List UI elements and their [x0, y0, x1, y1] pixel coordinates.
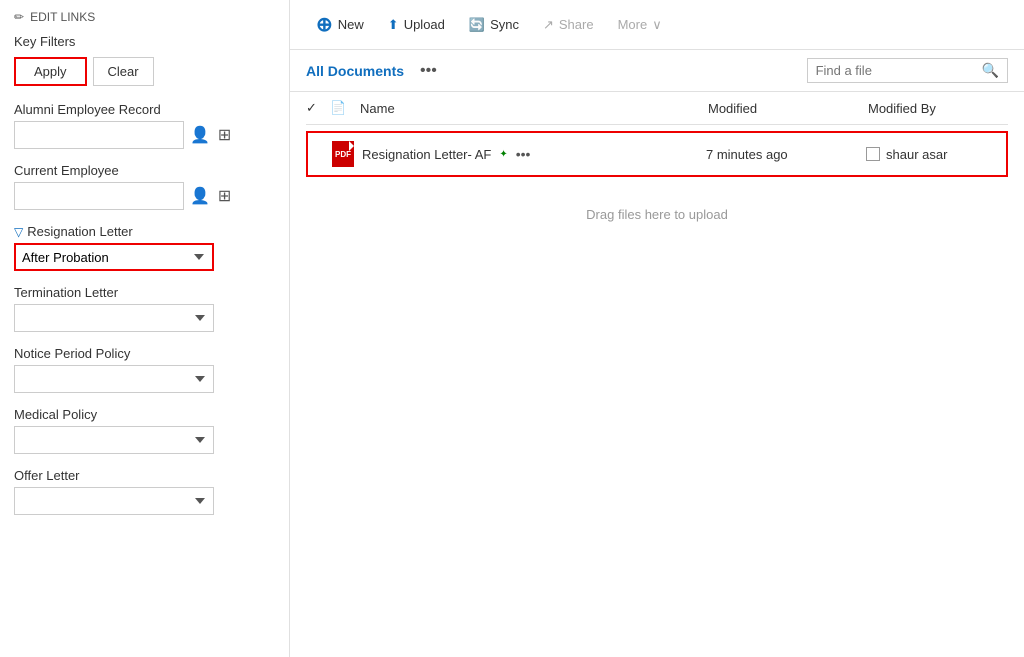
- pdf-text: PDF: [335, 150, 351, 159]
- filter-alumni-input-row: 👤 ⊞: [14, 121, 275, 149]
- new-button[interactable]: ⊕ New: [306, 8, 374, 41]
- modified-by-checkbox[interactable]: [866, 147, 880, 161]
- file-name[interactable]: Resignation Letter- AF: [362, 147, 491, 162]
- search-icon: 🔍: [982, 62, 999, 79]
- drag-hint: Drag files here to upload: [306, 207, 1008, 222]
- filter-current: Current Employee 👤 ⊞: [14, 163, 275, 210]
- termination-select[interactable]: [14, 304, 214, 332]
- filter-medical-label: Medical Policy: [14, 407, 275, 422]
- row-name-cell: Resignation Letter- AF ✦ •••: [362, 146, 706, 162]
- filter-termination: Termination Letter: [14, 285, 275, 332]
- alumni-grid-icon[interactable]: ⊞: [216, 123, 233, 147]
- upload-label: Upload: [404, 17, 445, 32]
- header-modified-by: Modified By: [868, 101, 1008, 116]
- filter-resignation-label: ▽ Resignation Letter: [14, 224, 275, 239]
- edit-links-row: ✏ EDIT LINKS: [14, 10, 275, 24]
- upload-icon: ⬆: [388, 17, 399, 33]
- more-chevron-icon: ∨: [652, 17, 662, 33]
- table-header: ✓ 📄 Name Modified Modified By: [306, 92, 1008, 125]
- filter-funnel-icon: ▽: [14, 225, 23, 239]
- upload-button[interactable]: ⬆ Upload: [378, 13, 455, 37]
- share-label: Share: [559, 17, 594, 32]
- resignation-select[interactable]: After Probation Before Probation: [14, 243, 214, 271]
- header-checkmark-icon: ✓: [306, 100, 317, 115]
- search-box: 🔍: [807, 58, 1008, 83]
- toolbar: ⊕ New ⬆ Upload 🔄 Sync ↗ Share More ∨: [290, 0, 1024, 50]
- row-ellipsis-button[interactable]: •••: [516, 146, 531, 162]
- header-check-col: ✓: [306, 100, 330, 116]
- main-content: ⊕ New ⬆ Upload 🔄 Sync ↗ Share More ∨ All…: [290, 0, 1024, 657]
- header-modified: Modified: [708, 101, 868, 116]
- row-modified-by: shaur asar: [866, 147, 1006, 162]
- all-documents-link[interactable]: All Documents: [306, 63, 404, 79]
- row-file-icon: PDF: [332, 141, 362, 167]
- document-table: ✓ 📄 Name Modified Modified By PDF Resign…: [290, 92, 1024, 657]
- row-modified: 7 minutes ago: [706, 147, 866, 162]
- table-row[interactable]: PDF Resignation Letter- AF ✦ ••• 7 minut…: [306, 131, 1008, 177]
- search-input[interactable]: [816, 63, 976, 78]
- modified-by-name: shaur asar: [886, 147, 947, 162]
- filter-alumni-label: Alumni Employee Record: [14, 102, 275, 117]
- more-button[interactable]: More ∨: [608, 13, 672, 37]
- current-person-icon[interactable]: 👤: [188, 184, 212, 208]
- filter-current-label: Current Employee: [14, 163, 275, 178]
- sync-label: Sync: [490, 17, 519, 32]
- edit-links-label: EDIT LINKS: [30, 10, 95, 24]
- new-icon: ⊕: [316, 12, 333, 37]
- notice-select[interactable]: [14, 365, 214, 393]
- doc-bar: All Documents ••• 🔍: [290, 50, 1024, 92]
- filter-offer-label: Offer Letter: [14, 468, 275, 483]
- pdf-icon: PDF: [332, 141, 354, 167]
- apply-clear-row: Apply Clear: [14, 57, 275, 86]
- more-label: More: [618, 17, 648, 32]
- sync-icon: 🔄: [469, 17, 485, 33]
- header-icon-col: 📄: [330, 100, 360, 116]
- alumni-person-icon[interactable]: 👤: [188, 123, 212, 147]
- current-text-input[interactable]: [14, 182, 184, 210]
- share-icon: ↗: [543, 17, 554, 33]
- header-name: Name: [360, 101, 708, 116]
- clear-button[interactable]: Clear: [93, 57, 154, 86]
- medical-select[interactable]: [14, 426, 214, 454]
- alumni-text-input[interactable]: [14, 121, 184, 149]
- filter-notice: Notice Period Policy: [14, 346, 275, 393]
- header-file-icon: 📄: [330, 100, 346, 115]
- sidebar: ✏ EDIT LINKS Key Filters Apply Clear Alu…: [0, 0, 290, 657]
- filter-offer: Offer Letter: [14, 468, 275, 515]
- sync-button[interactable]: 🔄 Sync: [459, 13, 529, 37]
- filter-current-input-row: 👤 ⊞: [14, 182, 275, 210]
- filter-alumni: Alumni Employee Record 👤 ⊞: [14, 102, 275, 149]
- filter-termination-label: Termination Letter: [14, 285, 275, 300]
- filter-notice-label: Notice Period Policy: [14, 346, 275, 361]
- pencil-icon: ✏: [14, 10, 24, 24]
- filter-resignation: ▽ Resignation Letter After Probation Bef…: [14, 224, 275, 271]
- share-button[interactable]: ↗ Share: [533, 13, 604, 37]
- filter-medical: Medical Policy: [14, 407, 275, 454]
- key-filters-label: Key Filters: [14, 34, 275, 49]
- offer-select[interactable]: [14, 487, 214, 515]
- new-label: New: [338, 17, 364, 32]
- current-grid-icon[interactable]: ⊞: [216, 184, 233, 208]
- apply-button[interactable]: Apply: [14, 57, 87, 86]
- all-docs-ellipsis-button[interactable]: •••: [416, 60, 441, 82]
- green-star-icon: ✦: [499, 149, 507, 160]
